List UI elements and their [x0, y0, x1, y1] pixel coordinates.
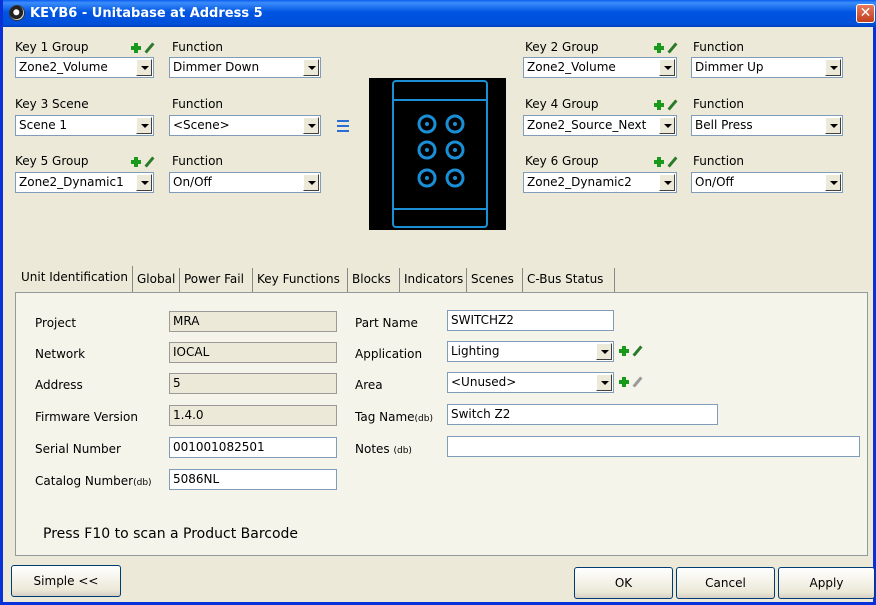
key3-function-label: Function [172, 97, 224, 111]
chevron-down-icon[interactable] [303, 117, 319, 134]
key4-function-label: Function [693, 97, 745, 111]
key5-group-select[interactable]: Zone2_Dynamic1 [15, 172, 154, 193]
key1-function-select[interactable]: Dimmer Down [169, 57, 321, 78]
tab-blocks[interactable]: Blocks [348, 268, 400, 292]
edit-icon[interactable] [667, 43, 677, 53]
title-bar: KEYB6 - Unitabase at Address 5 ✕ [3, 0, 876, 27]
simple-button[interactable]: Simple << [11, 565, 121, 597]
notes-label: Notes (db) [355, 442, 412, 456]
keypad-panel-drawing [392, 80, 488, 228]
key2-function-label: Function [693, 40, 745, 54]
network-label: Network [35, 347, 86, 361]
key1-group-select[interactable]: Zone2_Volume [15, 57, 154, 78]
chevron-down-icon[interactable] [136, 59, 152, 76]
key6-function-label: Function [693, 154, 745, 168]
tab-global[interactable]: Global [133, 268, 180, 292]
part-name-input[interactable]: SWITCHZ2 [447, 310, 614, 331]
serial-number-input[interactable]: 001001082501 [169, 437, 337, 458]
app-icon [9, 5, 25, 21]
tag-name-input[interactable]: Switch Z2 [447, 404, 718, 425]
key4-function-select[interactable]: Bell Press [691, 115, 843, 136]
edit-icon[interactable] [144, 157, 154, 167]
serial-number-label: Serial Number [35, 442, 121, 456]
tab-scenes[interactable]: Scenes [467, 268, 523, 292]
address-field: 5 [169, 373, 337, 394]
chevron-down-icon[interactable] [136, 174, 152, 191]
key6-function-select[interactable]: On/Off [691, 172, 843, 193]
ok-button[interactable]: OK [574, 567, 673, 599]
add-icon[interactable] [131, 43, 141, 53]
key3-scene-label: Key 3 Scene [15, 97, 89, 111]
address-label: Address [35, 378, 83, 392]
edit-icon[interactable] [144, 43, 154, 53]
project-label: Project [35, 316, 77, 330]
add-icon[interactable] [619, 377, 629, 387]
network-field: IOCAL [169, 342, 337, 363]
key3-function-select[interactable]: <Scene> [169, 115, 321, 136]
key5-function-label: Function [172, 154, 224, 168]
add-icon[interactable] [654, 100, 664, 110]
chevron-down-icon[interactable] [303, 59, 319, 76]
chevron-down-icon[interactable] [825, 174, 841, 191]
dialog-window: KEYB6 - Unitabase at Address 5 ✕ Key 1 G… [0, 0, 876, 605]
notes-input[interactable] [447, 436, 860, 457]
catalog-number-input[interactable]: 5086NL [169, 469, 337, 490]
chevron-down-icon[interactable] [596, 374, 612, 391]
area-label: Area [355, 378, 383, 392]
chevron-down-icon[interactable] [659, 117, 675, 134]
application-label: Application [355, 347, 423, 361]
tab-cbus-status[interactable]: C-Bus Status [523, 268, 615, 292]
tag-name-label: Tag Name(db) [355, 410, 433, 424]
key3-scene-select[interactable]: Scene 1 [15, 115, 154, 136]
key2-group-select[interactable]: Zone2_Volume [523, 57, 677, 78]
keypad-outline [392, 80, 488, 228]
firmware-version-field: 1.4.0 [169, 405, 337, 426]
unit-identification-panel [15, 292, 868, 556]
add-icon[interactable] [131, 157, 141, 167]
chevron-down-icon[interactable] [659, 174, 675, 191]
keypad-panel-image [369, 78, 506, 230]
application-select[interactable]: Lighting [447, 341, 614, 362]
key2-group-label: Key 2 Group [525, 40, 599, 54]
edit-icon[interactable] [667, 100, 677, 110]
catalog-number-label: Catalog Number(db) [35, 474, 152, 488]
chevron-down-icon[interactable] [825, 59, 841, 76]
apply-button[interactable]: Apply [778, 567, 875, 599]
close-button[interactable]: ✕ [856, 4, 875, 23]
part-name-label: Part Name [355, 316, 418, 330]
key2-function-select[interactable]: Dimmer Up [691, 57, 843, 78]
tab-unit-identification[interactable]: Unit Identification [15, 266, 133, 292]
key4-group-select[interactable]: Zone2_Source_Next [523, 115, 677, 136]
chevron-down-icon[interactable] [136, 117, 152, 134]
key5-group-label: Key 5 Group [15, 154, 89, 168]
edit-icon[interactable] [667, 157, 677, 167]
key4-group-label: Key 4 Group [525, 97, 599, 111]
window-title: KEYB6 - Unitabase at Address 5 [30, 6, 263, 21]
chevron-down-icon[interactable] [659, 59, 675, 76]
edit-icon[interactable] [632, 346, 642, 356]
add-icon[interactable] [654, 157, 664, 167]
tab-power-fail[interactable]: Power Fail [180, 268, 253, 292]
chevron-down-icon[interactable] [596, 343, 612, 360]
cancel-button[interactable]: Cancel [676, 567, 775, 599]
chevron-down-icon[interactable] [825, 117, 841, 134]
tab-key-functions[interactable]: Key Functions [253, 268, 348, 292]
key6-group-label: Key 6 Group [525, 154, 599, 168]
key5-function-select[interactable]: On/Off [169, 172, 321, 193]
area-select[interactable]: <Unused> [447, 372, 614, 393]
add-icon[interactable] [619, 346, 629, 356]
project-field: MRA [169, 311, 337, 332]
key6-group-select[interactable]: Zone2_Dynamic2 [523, 172, 677, 193]
firmware-version-label: Firmware Version [35, 410, 138, 424]
barcode-hint: Press F10 to scan a Product Barcode [43, 526, 299, 542]
edit-icon [632, 377, 642, 387]
tab-indicators[interactable]: Indicators [400, 268, 467, 292]
key1-group-label: Key 1 Group [15, 40, 89, 54]
list-icon[interactable] [337, 120, 349, 132]
chevron-down-icon[interactable] [303, 174, 319, 191]
add-icon[interactable] [654, 43, 664, 53]
key1-function-label: Function [172, 40, 224, 54]
